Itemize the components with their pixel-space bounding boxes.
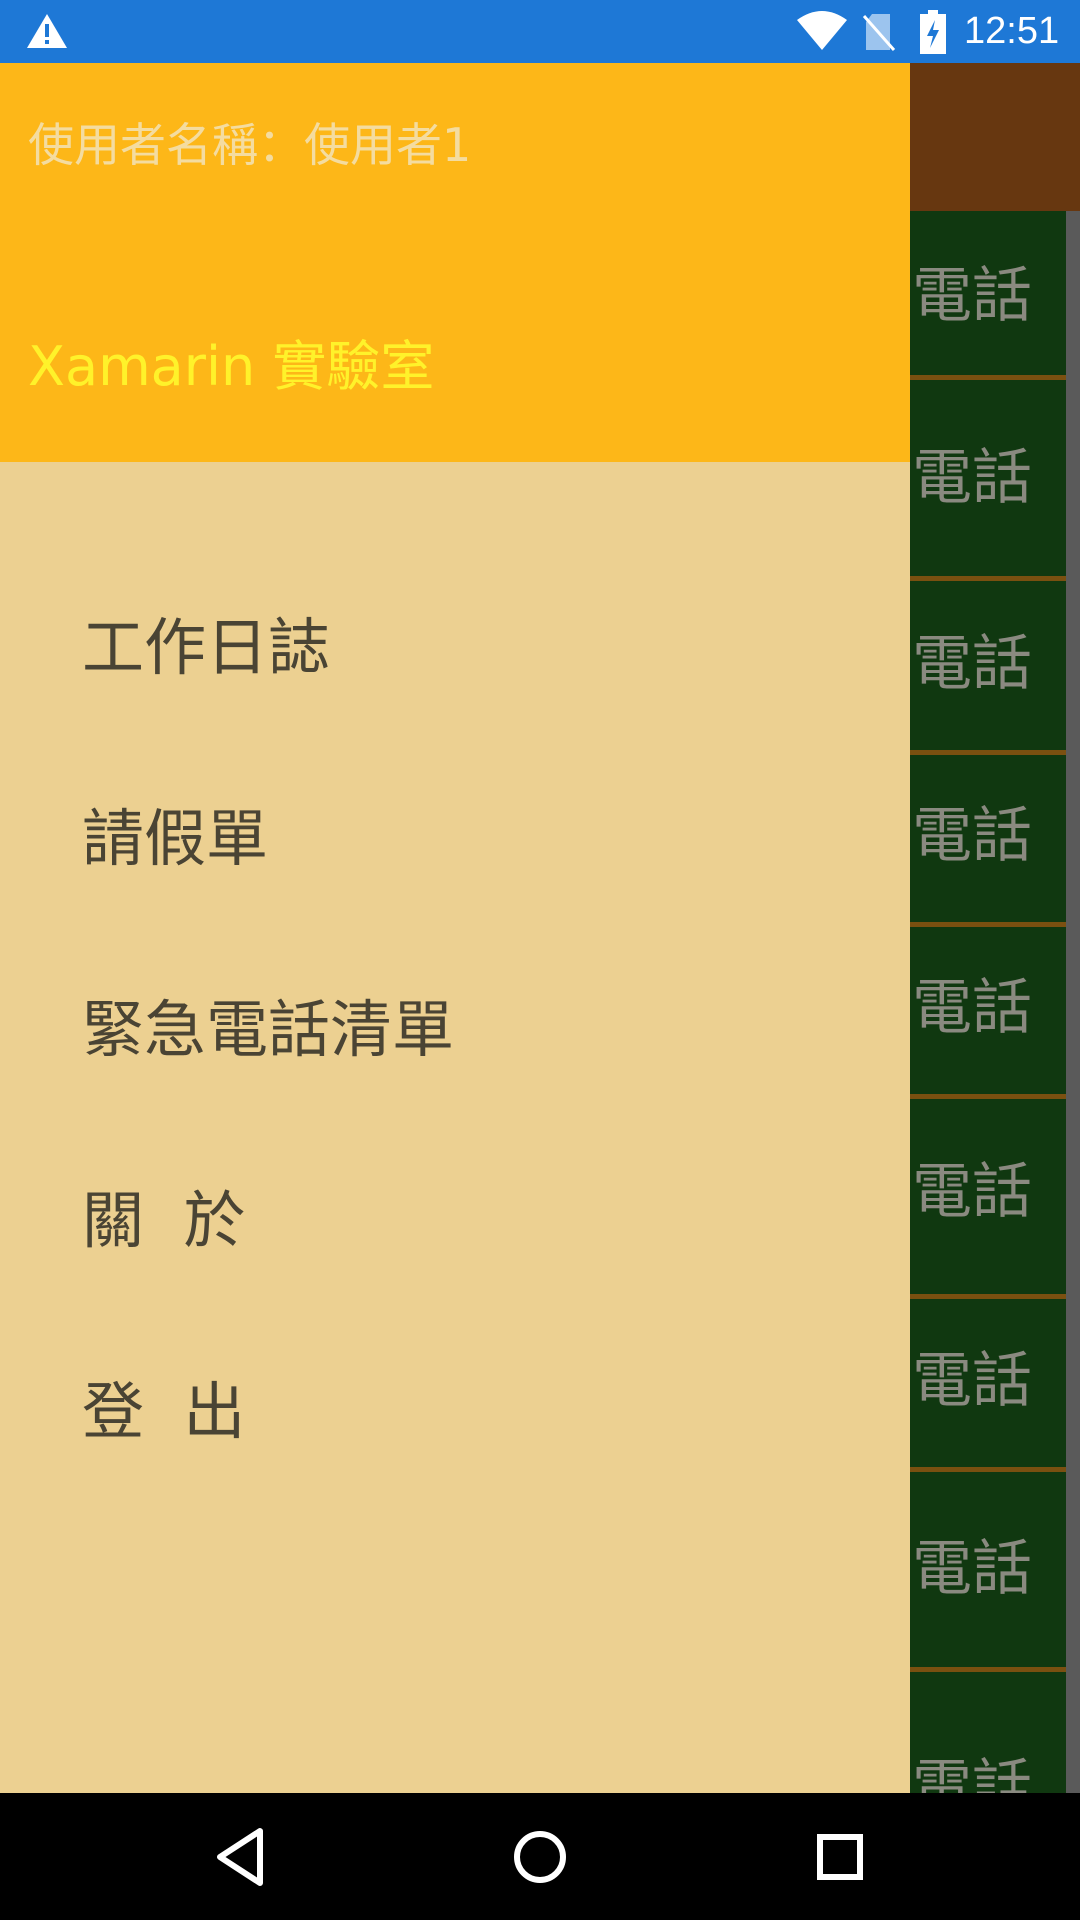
scrollbar[interactable] bbox=[1066, 211, 1080, 1793]
list-item-label: 電話 bbox=[912, 1753, 1032, 1793]
warning-icon bbox=[27, 14, 67, 48]
list-item-label: 電話 bbox=[912, 443, 1032, 513]
home-icon[interactable] bbox=[500, 1817, 580, 1897]
list-item-label: 電話 bbox=[912, 1157, 1032, 1227]
menu-item-logout[interactable]: 登 出 bbox=[0, 1336, 910, 1486]
battery-charging-icon bbox=[920, 10, 946, 54]
drawer-header: 使用者名稱：使用者1 Xamarin 實驗室 bbox=[0, 63, 910, 462]
clock-time: 12:51 bbox=[964, 10, 1060, 52]
menu-item-label: 請假單 bbox=[82, 802, 269, 875]
menu-item-leave-form[interactable]: 請假單 bbox=[0, 763, 910, 913]
menu-item-about[interactable]: 關 於 bbox=[0, 1145, 910, 1295]
recents-icon[interactable] bbox=[800, 1817, 880, 1897]
menu-item-label: 緊急電話清單 bbox=[82, 993, 455, 1066]
menu-item-label: 關 於 bbox=[82, 1184, 246, 1257]
system-navigation-bar bbox=[0, 1793, 1080, 1920]
list-item-label: 電話 bbox=[912, 1534, 1032, 1604]
menu-item-work-log[interactable]: 工作日誌 bbox=[0, 572, 910, 722]
list-item-label: 電話 bbox=[912, 629, 1032, 699]
username-label: 使用者名稱：使用者1 bbox=[28, 118, 472, 172]
navigation-drawer: 使用者名稱：使用者1 Xamarin 實驗室 工作日誌 請假單 緊急電話清單 關… bbox=[0, 63, 910, 1793]
menu-item-emergency-phones[interactable]: 緊急電話清單 bbox=[0, 954, 910, 1104]
status-bar: 12:51 bbox=[0, 0, 1080, 63]
back-icon[interactable] bbox=[200, 1817, 280, 1897]
list-item-label: 電話 bbox=[912, 261, 1032, 331]
drawer-title: Xamarin 實驗室 bbox=[28, 335, 435, 398]
list-item-label: 電話 bbox=[912, 1346, 1032, 1416]
list-item-label: 電話 bbox=[912, 973, 1032, 1043]
list-item-label: 電話 bbox=[912, 801, 1032, 871]
no-sim-icon bbox=[862, 14, 896, 51]
menu-item-label: 工作日誌 bbox=[82, 611, 331, 684]
wifi-icon bbox=[797, 11, 847, 50]
menu-item-label: 登 出 bbox=[82, 1375, 246, 1448]
